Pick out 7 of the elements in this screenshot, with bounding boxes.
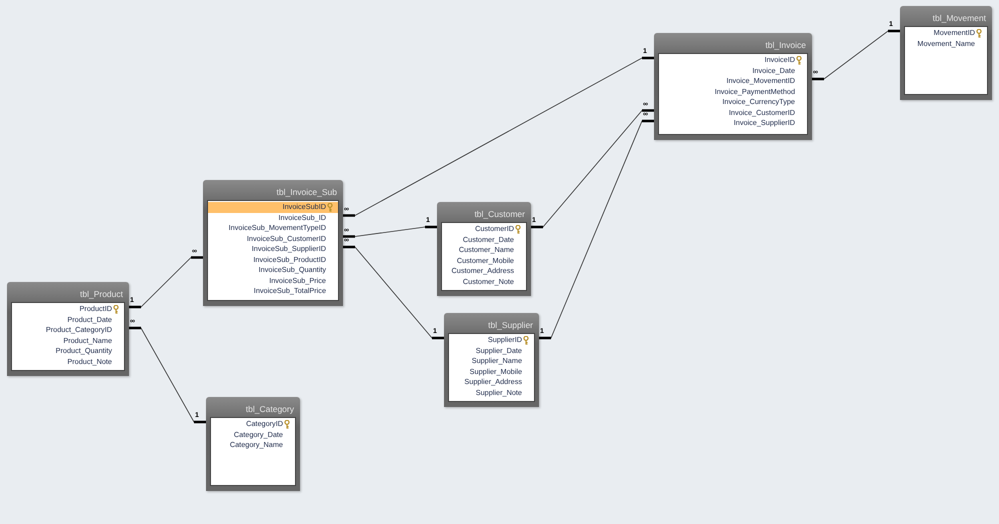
table-title: tbl_Movement xyxy=(932,13,986,23)
table-title: tbl_Invoice_Sub xyxy=(276,187,337,197)
table-title: tbl_Customer xyxy=(474,209,525,219)
table-title: tbl_Supplier xyxy=(488,320,533,330)
table-title: tbl_Product xyxy=(80,289,123,299)
table-title: tbl_Category xyxy=(246,404,294,414)
table-title: tbl_Invoice xyxy=(765,40,806,50)
